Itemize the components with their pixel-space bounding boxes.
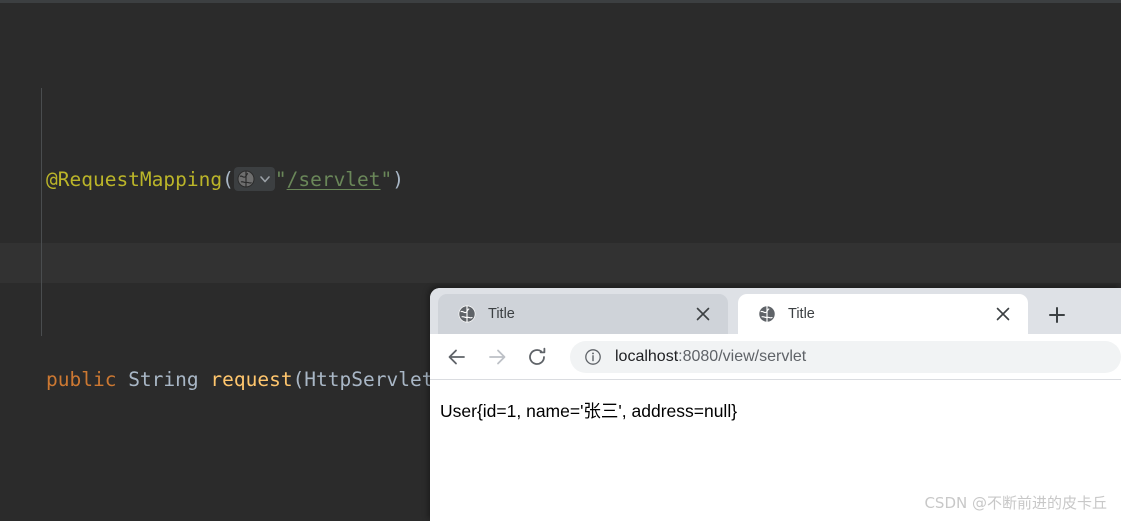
method-name-request: request [210,368,293,391]
address-bar-url: localhost:8080/view/servlet [615,348,806,366]
browser-window: Title Title localhost:8080/view/servlet … [430,288,1121,521]
string-quote-open: " [274,168,287,191]
browser-toolbar: localhost:8080/view/servlet [430,334,1121,380]
info-circle-icon[interactable] [584,348,602,366]
chevron-down-icon[interactable] [257,171,273,187]
code-line-1[interactable]: @RequestMapping( "/servlet") [0,160,1121,200]
new-tab-button[interactable] [1042,300,1072,330]
arrow-left-icon [448,349,465,364]
globe-icon [758,305,776,323]
plus-icon [1049,307,1065,323]
address-bar-host: localhost [615,347,679,365]
string-quote-close: " [380,168,393,191]
globe-icon [458,305,476,323]
browser-tab-2-title: Title [788,306,815,322]
reload-icon [529,347,546,365]
arrow-right-icon [489,349,506,364]
keyword-public: public [46,368,117,391]
browser-tab-1-close-icon[interactable] [690,301,716,327]
browser-tab-1-title: Title [488,306,515,322]
forward-button[interactable] [480,340,514,374]
reload-button[interactable] [520,340,554,374]
annotation-request-mapping: @RequestMapping [46,168,223,191]
address-bar-path: :8080/view/servlet [678,347,807,365]
address-bar[interactable]: localhost:8080/view/servlet [570,340,1121,373]
url-mapping-chip[interactable] [233,166,275,191]
browser-tab-2[interactable]: Title [738,294,1028,334]
browser-tab-2-close-icon[interactable] [990,301,1016,327]
paren-open: ( [222,168,234,191]
browser-tab-strip: Title Title [430,288,1121,334]
close-icon [696,307,710,321]
page-body-text: User{id=1, name='张三', address=null} [440,401,738,421]
globe-icon [237,170,255,188]
servlet-url-link[interactable]: /servlet [287,168,381,191]
paren-close: ) [392,168,405,191]
csdn-watermark: CSDN @不断前进的皮卡丘 [924,494,1107,512]
close-icon [996,307,1010,321]
type-string: String [116,368,211,391]
browser-tab-1[interactable]: Title [438,294,728,334]
back-button[interactable] [440,340,474,374]
